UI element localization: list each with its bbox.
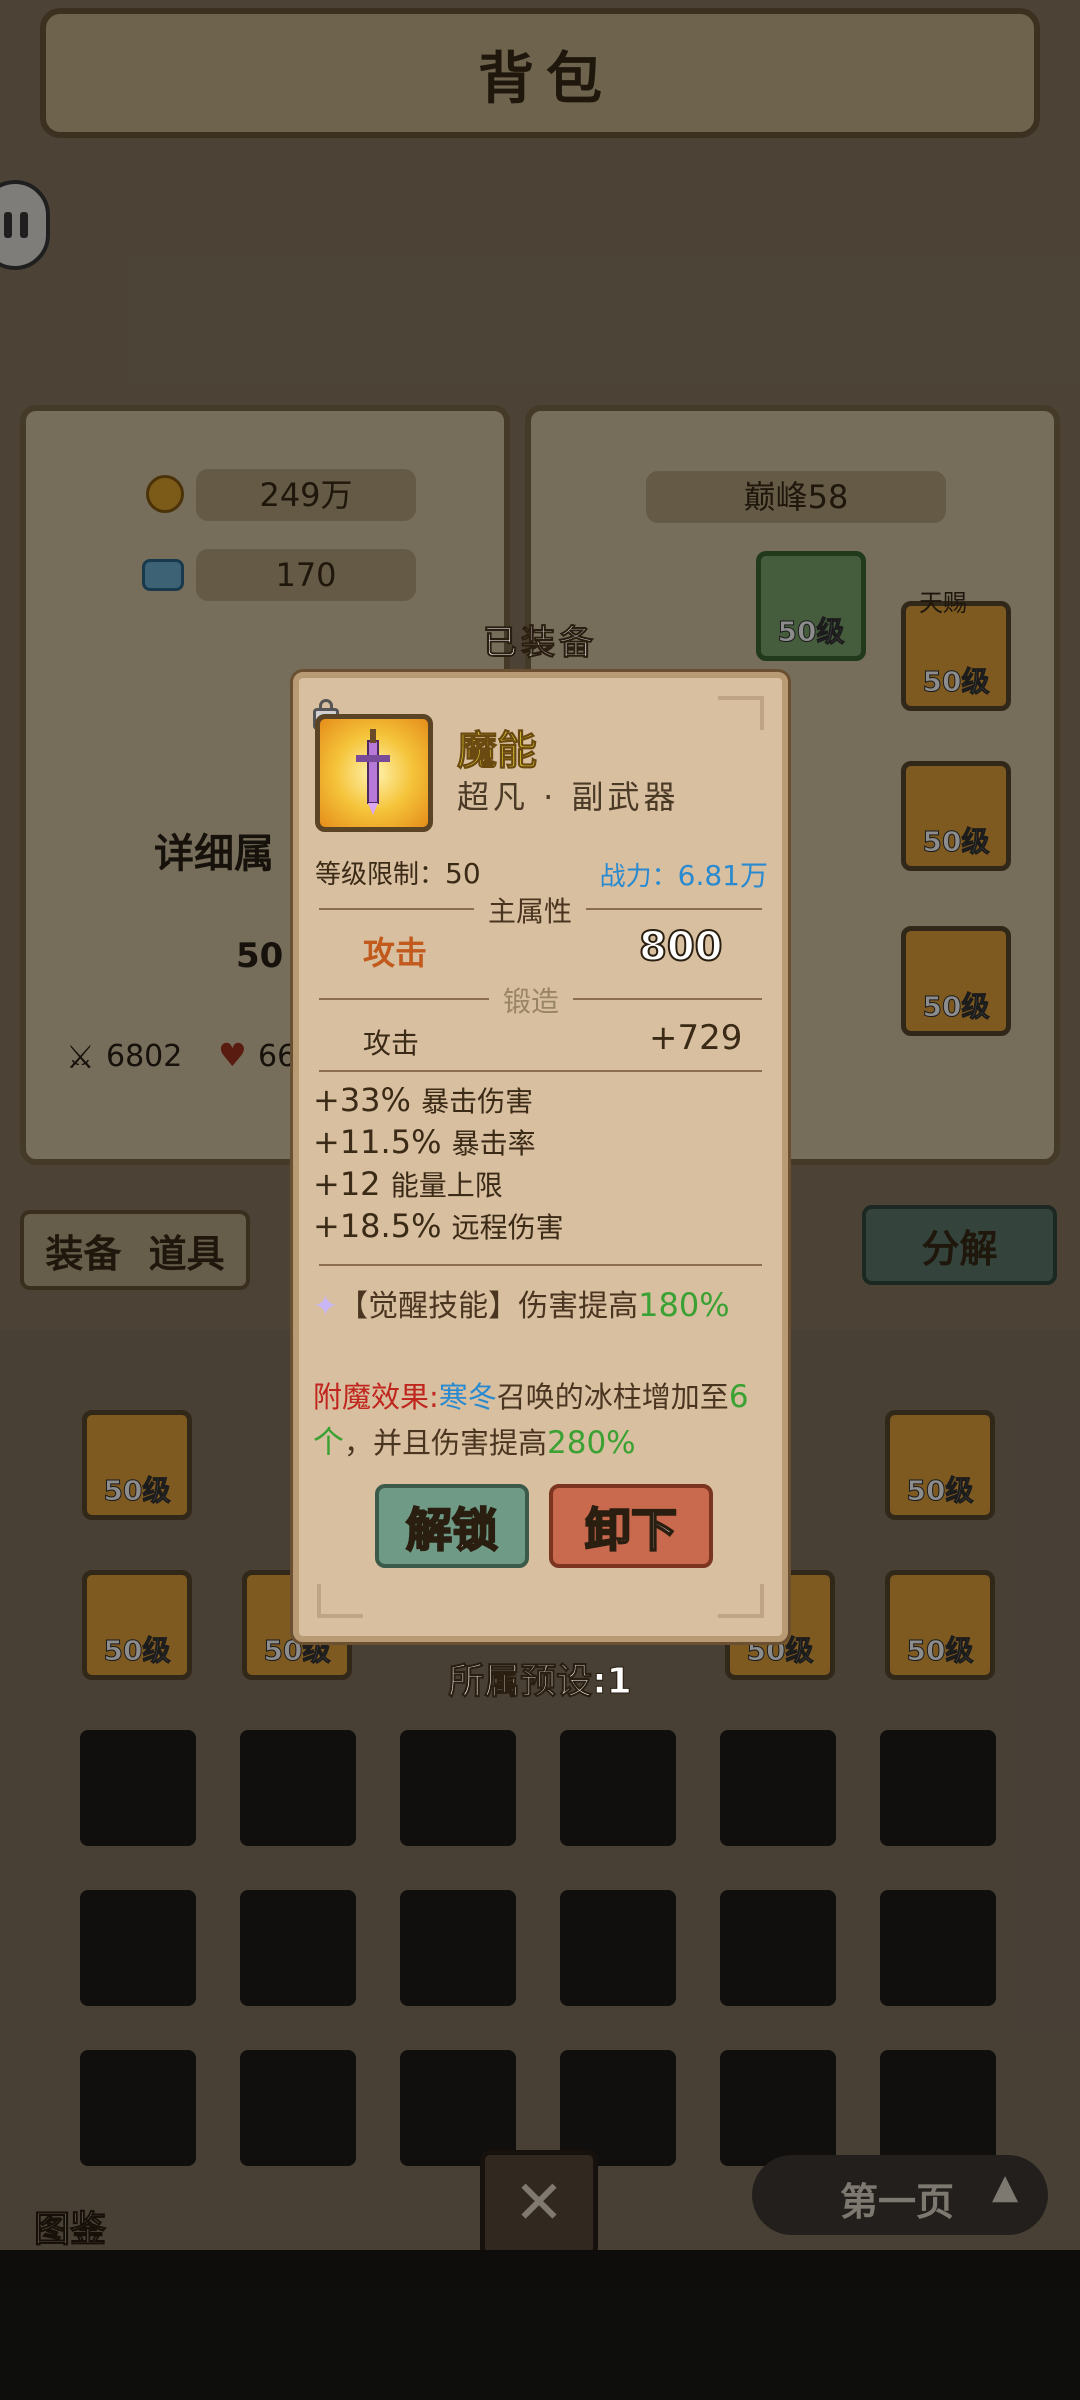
enchant-value: 280% bbox=[547, 1425, 636, 1461]
level-requirement: 等级限制：50 bbox=[315, 854, 481, 891]
power-rating: 战力：6.81万 bbox=[600, 854, 768, 894]
power-label: 战力： bbox=[599, 862, 678, 892]
sword-icon bbox=[356, 729, 390, 815]
enchant-label: 附魔效果: bbox=[313, 1380, 439, 1414]
item-type: 超凡 · 副武器 bbox=[457, 778, 680, 816]
sub-attr-name: 暴击率 bbox=[451, 1127, 536, 1160]
corner-ornament bbox=[718, 1584, 764, 1618]
awaken-skill-value: 180% bbox=[638, 1286, 730, 1324]
forge-attr-name: 攻击 bbox=[363, 1027, 420, 1060]
preset-label: 所属预设:1 bbox=[448, 1661, 632, 1703]
unequip-button[interactable]: 卸下 bbox=[549, 1484, 713, 1568]
unlock-button[interactable]: 解锁 bbox=[375, 1484, 529, 1568]
enchant-effect: 附魔效果:寒冬召唤的冰柱增加至6个，并且伤害提高280% bbox=[313, 1374, 768, 1466]
forge-title: 锻造 bbox=[489, 980, 574, 1020]
main-attr-name: 攻击 bbox=[363, 934, 428, 972]
awaken-skill-text: 伤害提高 bbox=[518, 1289, 639, 1324]
sub-attr-value: +33% bbox=[313, 1081, 411, 1119]
item-detail-card: 魔能 超凡 · 副武器 等级限制：50 战力：6.81万 主属性 攻击 800 … bbox=[293, 672, 788, 1642]
item-name: 魔能 bbox=[457, 728, 538, 775]
sub-attr-row: +33% 暴击伤害 bbox=[313, 1080, 564, 1122]
enchant-skill: 寒冬 bbox=[438, 1380, 497, 1414]
sub-attr-row: +12 能量上限 bbox=[313, 1164, 564, 1206]
awaken-skill: ✦【觉醒技能】伤害提高180% bbox=[313, 1282, 763, 1330]
sub-attr-value: +11.5% bbox=[313, 1123, 442, 1161]
level-requirement-value: 50 bbox=[445, 857, 481, 890]
item-icon bbox=[315, 714, 433, 832]
forge-attr-value: +729 bbox=[649, 1018, 743, 1058]
sub-attr-name: 能量上限 bbox=[390, 1169, 503, 1202]
corner-ornament bbox=[718, 696, 764, 730]
equipped-label: 已装备 bbox=[483, 623, 597, 664]
sub-attr-list: +33% 暴击伤害 +11.5% 暴击率 +12 能量上限 +18.5% 远程伤… bbox=[313, 1080, 564, 1248]
corner-ornament bbox=[317, 1584, 363, 1618]
sparkle-icon: ✦ bbox=[313, 1289, 339, 1324]
enchant-text: 召唤的冰柱增加至 bbox=[496, 1380, 729, 1414]
sub-attr-name: 远程伤害 bbox=[451, 1211, 564, 1244]
level-requirement-label: 等级限制： bbox=[315, 860, 446, 890]
sub-attr-row: +18.5% 远程伤害 bbox=[313, 1206, 564, 1248]
main-attr-value: 800 bbox=[638, 923, 723, 971]
divider bbox=[319, 1070, 762, 1072]
awaken-skill-label: 【觉醒技能】 bbox=[338, 1289, 519, 1324]
sub-attr-value: +18.5% bbox=[313, 1207, 442, 1245]
sub-attr-name: 暴击伤害 bbox=[421, 1085, 534, 1118]
enchant-text: ，并且伤害提高 bbox=[344, 1426, 548, 1460]
power-value: 6.81万 bbox=[677, 859, 768, 892]
sub-attr-value: +12 bbox=[313, 1165, 381, 1203]
divider bbox=[319, 1264, 762, 1266]
sub-attr-row: +11.5% 暴击率 bbox=[313, 1122, 564, 1164]
main-attr-title: 主属性 bbox=[474, 890, 587, 930]
